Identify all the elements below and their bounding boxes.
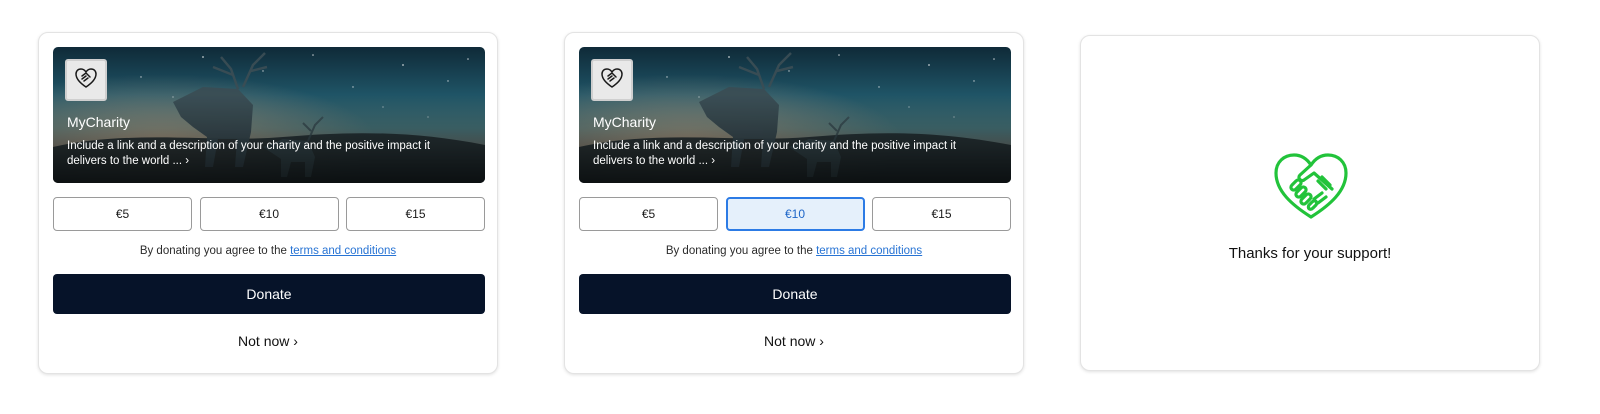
charity-name: MyCharity [593,114,657,130]
charity-logo [65,59,107,101]
amount-option-15[interactable]: €15 [346,197,485,231]
donate-button[interactable]: Donate [53,274,485,314]
thank-you-card: Thanks for your support! [1080,35,1540,371]
amount-option-5[interactable]: €5 [53,197,192,231]
donation-card-default: MyCharity Include a link and a descripti… [38,32,498,374]
amount-option-10-selected[interactable]: €10 [725,197,865,231]
not-now-link[interactable]: Not now › [565,333,1023,349]
handshake-heart-icon [74,67,98,94]
terms-prefix: By donating you agree to the [139,245,291,257]
handshake-heart-icon [600,67,624,94]
charity-name: MyCharity [67,114,131,130]
donate-button[interactable]: Donate [579,274,1011,314]
amount-option-10[interactable]: €10 [199,197,339,231]
thanks-message: Thanks for your support! [1228,245,1392,262]
charity-banner: MyCharity Include a link and a descripti… [53,47,485,183]
handshake-heart-icon [1272,151,1350,226]
charity-description-link[interactable]: Include a link and a description of your… [593,139,993,169]
charity-description-link[interactable]: Include a link and a description of your… [67,139,467,169]
amount-options: €5 €10 €15 [53,197,485,231]
terms-link[interactable]: terms and conditions [816,245,922,257]
charity-logo [591,59,633,101]
amount-option-5[interactable]: €5 [579,197,718,231]
charity-banner: MyCharity Include a link and a descripti… [579,47,1011,183]
not-now-link[interactable]: Not now › [39,333,497,349]
amount-option-15[interactable]: €15 [872,197,1011,231]
terms-notice: By donating you agree to the terms and c… [39,245,497,257]
donation-card-selected: MyCharity Include a link and a descripti… [564,32,1024,374]
terms-notice: By donating you agree to the terms and c… [565,245,1023,257]
terms-prefix: By donating you agree to the [665,245,817,257]
amount-options: €5 €10 €15 [579,197,1011,231]
terms-link[interactable]: terms and conditions [290,245,396,257]
